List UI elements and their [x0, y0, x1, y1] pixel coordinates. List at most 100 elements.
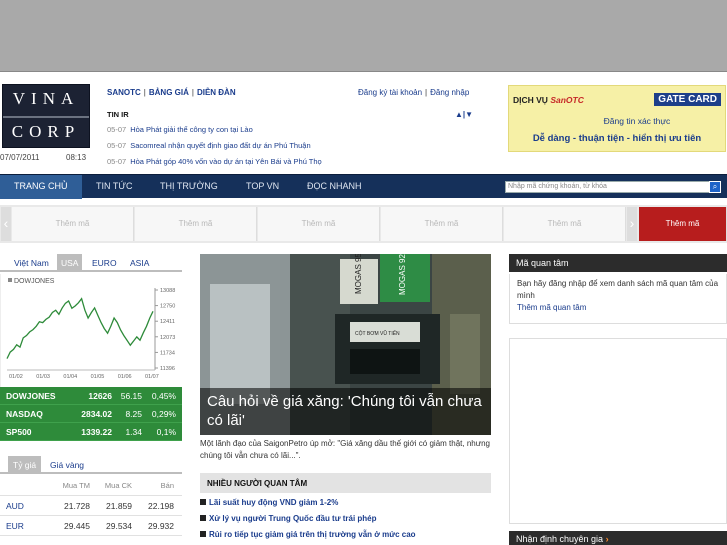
- fx-tabs: Tỷ giá Giá vàng: [0, 456, 182, 474]
- hero-article[interactable]: MOGAS 95 MOGAS 92 CỘT BƠM VŨ TIẾN Câu hỏ…: [200, 254, 491, 435]
- index-value: 12626: [88, 391, 112, 401]
- index-table: DOWJONES 12626 56.15 0,45% NASDAQ 2834.0…: [0, 387, 182, 441]
- index-name: NASDAQ: [6, 409, 43, 419]
- news-scroll-arrows[interactable]: ▲|▼: [455, 110, 473, 119]
- y-tick-label: 13088: [160, 288, 175, 294]
- table-row[interactable]: DOWJONES 12626 56.15 0,45%: [0, 387, 182, 405]
- top-links: SANOTC | BẢNG GIÁ | DIỄN ĐÀN: [107, 88, 236, 97]
- link-bang-gia[interactable]: BẢNG GIÁ: [149, 88, 189, 97]
- list-item[interactable]: Rủi ro tiếp tục giảm giá trên thị trường…: [200, 530, 491, 545]
- gatecard-logo: GATE CARD: [654, 93, 721, 106]
- chevron-left-icon[interactable]: ‹: [1, 207, 11, 241]
- y-tick-label: 12750: [160, 304, 175, 310]
- register-link[interactable]: Đăng ký tài khoản: [358, 88, 422, 97]
- y-tick-label: 12411: [160, 319, 175, 325]
- top-ad-banner[interactable]: [0, 0, 727, 72]
- news-title[interactable]: Hòa Phát góp 40% vốn vào dự án tại Yên B…: [130, 157, 322, 166]
- hero-caption[interactable]: Câu hỏi về giá xăng: 'Chúng tôi vẫn chưa…: [200, 388, 491, 435]
- search-input[interactable]: Nhập mã chứng khoán, từ khóa: [505, 181, 711, 193]
- x-tick-label: 01/06: [118, 374, 132, 380]
- nav-quick-read[interactable]: ĐỌC NHANH: [307, 181, 362, 191]
- popular-link[interactable]: Rủi ro tiếp tục giảm giá trên thị trường…: [209, 530, 416, 539]
- add-ticker-slot[interactable]: Thêm mã: [381, 207, 503, 241]
- news-date: 05-07: [107, 141, 127, 150]
- nav-top-vn[interactable]: TOP VN: [246, 181, 279, 191]
- nav-news[interactable]: TIN TỨC: [96, 181, 133, 191]
- pump-label-1: MOGAS 95: [354, 254, 363, 294]
- link-dien-dan[interactable]: DIỄN ĐÀN: [197, 88, 236, 97]
- add-ticker-slot[interactable]: Thêm mã: [258, 207, 380, 241]
- ad-line-3: Dễ dàng - thuận tiện - hiển thị ưu tiên: [532, 133, 702, 144]
- popular-link[interactable]: Lãi suất huy động VND giảm 1-2%: [209, 498, 338, 507]
- popular-link[interactable]: Xử lý vụ người Trung Quốc đầu tư trái ph…: [209, 514, 377, 523]
- tab-exchange-rate[interactable]: Tỷ giá: [8, 456, 42, 474]
- table-row[interactable]: NASDAQ 2834.02 8.25 0,29%: [0, 405, 182, 423]
- date-bar: 07/07/2011 08:13: [0, 153, 92, 162]
- currency-code[interactable]: EUR: [6, 521, 24, 531]
- tab-asia[interactable]: ASIA: [130, 258, 149, 268]
- add-ticker-slot[interactable]: Thêm mã: [135, 207, 257, 241]
- watchlist-text: Bạn hãy đăng nhập để xem danh sách mã qu…: [517, 279, 719, 300]
- news-title[interactable]: Sacomreal nhận quyết định giao đất dự án…: [130, 141, 310, 150]
- currency-code[interactable]: AUD: [6, 501, 24, 511]
- list-item[interactable]: 05-07 Sacomreal nhận quyết định giao đất …: [107, 141, 472, 157]
- tab-usa[interactable]: USA: [57, 254, 83, 272]
- sanotc-gatecard-ad[interactable]: DỊCH VỤ SanOTC GATE CARD Đăng tin xác th…: [508, 85, 726, 152]
- col-buy-transfer: Mua CK: [104, 481, 132, 490]
- list-item[interactable]: Xử lý vụ người Trung Quốc đầu tư trái ph…: [200, 514, 491, 530]
- x-tick-label: 01/02: [9, 374, 23, 380]
- add-ticker-slot[interactable]: Thêm mã: [504, 207, 626, 241]
- add-ticker-slot[interactable]: Thêm mã: [12, 207, 134, 241]
- table-row[interactable]: SP500 1339.22 1.34 0,1%: [0, 423, 182, 441]
- account-links: Đăng ký tài khoản | Đăng nhập: [358, 88, 470, 97]
- index-pct: 0,29%: [151, 409, 176, 419]
- list-item[interactable]: 05-07 Hòa Phát góp 40% vốn vào dự án tại …: [107, 157, 472, 173]
- ad-service-label: DỊCH VỤ SanOTC: [513, 95, 584, 105]
- popular-list: Lãi suất huy động VND giảm 1-2% Xử lý vụ…: [200, 498, 491, 545]
- tab-gold-price[interactable]: Giá vàng: [50, 460, 84, 470]
- table-header: Mua TM Mua CK Bán: [0, 476, 182, 496]
- search-icon[interactable]: ⌕: [709, 181, 721, 193]
- news-date: 05-07: [107, 125, 127, 134]
- ad-line-2: Đăng tin xác thực: [603, 116, 671, 126]
- watch-slots: ‹ Thêm mã Thêm mã Thêm mã Thêm mã Thêm m…: [0, 205, 727, 243]
- x-tick-label: 01/05: [91, 374, 105, 380]
- tab-vietnam[interactable]: Việt Nam: [14, 258, 49, 268]
- list-item[interactable]: Lãi suất huy động VND giảm 1-2%: [200, 498, 491, 514]
- vinacorp-logo[interactable]: VINA CORP: [2, 84, 90, 148]
- chevron-right-icon[interactable]: ›: [627, 207, 637, 241]
- add-ticker-button[interactable]: Thêm mã: [639, 207, 727, 241]
- tab-euro[interactable]: EURO: [92, 258, 117, 268]
- logo-line-2: CORP: [11, 122, 81, 141]
- expert-heading[interactable]: Nhận định chuyên gia ›: [509, 531, 727, 545]
- bullet-icon: [200, 499, 206, 505]
- x-tick-label: 01/07: [145, 374, 159, 380]
- watchlist-body: Bạn hãy đăng nhập để xem danh sách mã qu…: [509, 274, 727, 324]
- y-tick-label: 12073: [160, 335, 175, 341]
- x-tick-label: 01/03: [36, 374, 50, 380]
- logo-line-1: VINA: [12, 89, 80, 108]
- y-tick-label: 11734: [160, 350, 175, 356]
- nav-home[interactable]: TRANG CHỦ: [0, 175, 82, 199]
- x-tick-label: 01/04: [63, 374, 77, 380]
- ir-news-heading: TIN IR: [107, 110, 129, 119]
- hero-summary: Một lãnh đạo của SaigonPetro úp mở: "Giá…: [200, 439, 490, 460]
- popular-heading: NHIỀU NGƯỜI QUAN TÂM: [200, 473, 491, 493]
- pump-sign: CỘT BƠM VŨ TIẾN: [355, 330, 400, 337]
- market-tabs: Việt Nam USA EURO ASIA: [0, 254, 182, 272]
- list-item[interactable]: 05-07 Hòa Phát giải thể công ty con tại L…: [107, 125, 472, 141]
- link-sanotc[interactable]: SANOTC: [107, 88, 141, 97]
- buy-cash: 29.445: [64, 521, 90, 531]
- col-sell: Bán: [160, 481, 174, 490]
- chevron-right-icon: ›: [605, 534, 609, 544]
- login-link[interactable]: Đăng nhập: [430, 88, 469, 97]
- series-line: [6, 297, 154, 359]
- y-tick-label: 11396: [160, 366, 175, 372]
- index-change: 8.25: [125, 409, 142, 419]
- table-row: EUR 29.445 29.534 29.932: [0, 516, 182, 536]
- add-watchlist-link[interactable]: Thêm mã quan tâm: [517, 303, 586, 312]
- right-ad-box[interactable]: [509, 338, 727, 524]
- nav-market[interactable]: THỊ TRƯỜNG: [160, 181, 218, 191]
- news-title[interactable]: Hòa Phát giải thể công ty con tại Lào: [130, 125, 253, 134]
- main-nav: TRANG CHỦ TIN TỨC THỊ TRƯỜNG TOP VN ĐỌC …: [0, 174, 727, 199]
